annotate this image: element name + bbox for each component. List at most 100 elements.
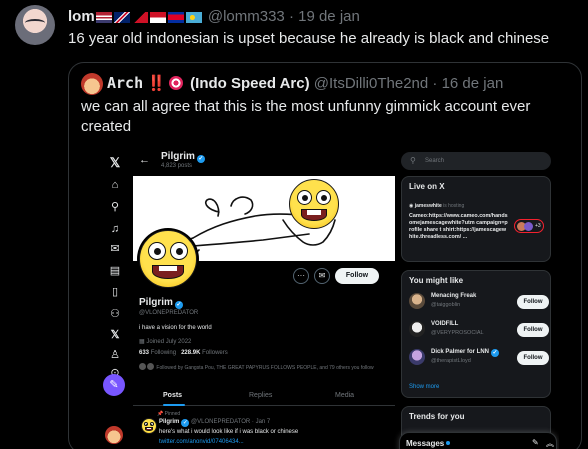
- quoted-date: 16 de jan: [441, 75, 504, 92]
- back-arrow-icon: ←: [139, 154, 150, 166]
- profile-title-text: Pilgrim: [161, 151, 195, 162]
- search-bar: ⚲ Search: [401, 152, 551, 170]
- unread-dot: [446, 441, 451, 445]
- target-icon: [168, 76, 183, 90]
- pinned-tweet-link: twitter.com/anonvid/07406434...: [159, 439, 244, 445]
- profile-icon: ♙: [110, 349, 120, 361]
- profile-stats: 633 Following 228.9K Followers: [139, 350, 228, 356]
- quoted-tweet-header: Arch ‼️ (Indo Speed Arc) @ItsDilli0The2n…: [107, 74, 503, 92]
- quoted-tweet-card[interactable]: Arch ‼️ (Indo Speed Arc) @ItsDilli0The2n…: [68, 62, 582, 449]
- premium-icon: 𝕏: [110, 329, 120, 341]
- uk-flag-icon: [113, 12, 130, 24]
- post-count: 4,823 posts: [161, 163, 193, 169]
- live-on-x-panel: Live on X ◉ jameswhite is hosting Cameo:…: [401, 176, 551, 262]
- suggestion-handle: @taiggoblin: [431, 302, 461, 308]
- suggestion-item: Dick Palmer for LNN ✓ @therapistLloyd Fol…: [409, 347, 549, 369]
- followers-label: Followers: [202, 350, 228, 356]
- outer-date[interactable]: 19 de jan: [298, 8, 360, 25]
- emoji-face-small: [141, 418, 157, 434]
- suggestion-name: Dick Palmer for LNN ✓: [431, 349, 500, 357]
- tab-replies: Replies: [249, 392, 273, 399]
- messages-label: Messages: [406, 439, 451, 448]
- pinned-tweet-header: Pilgrim ✓ @VLONEPREDATOR · Jan 7: [159, 419, 270, 427]
- suggestion-handle: @VERYPROSOCIAL: [431, 330, 484, 336]
- profile-tabs: Posts Replies Media: [133, 386, 395, 406]
- live-user-name: jameswhite: [414, 203, 442, 209]
- followed-by-text: Followed by Gangsta Pou, THE GREAT PAPYR…: [156, 365, 374, 371]
- suggestion-follow-button: Follow: [517, 295, 549, 309]
- outer-avatar[interactable]: [15, 5, 55, 45]
- quoted-name-suffix: (Indo Speed Arc): [190, 75, 310, 92]
- outer-tweet-text: 16 year old indonesian is upset because …: [68, 30, 550, 47]
- png-flag-icon: [131, 12, 148, 24]
- mini-avatar: [139, 363, 146, 370]
- palau-flag-icon: [185, 12, 202, 24]
- suggestion-handle: @therapistLloyd: [431, 358, 471, 364]
- mini-avatar: [147, 363, 154, 370]
- show-more-link: Show more: [409, 384, 440, 390]
- home-icon: ⌂: [111, 179, 119, 191]
- trends-title: Trends for you: [409, 412, 465, 421]
- verified-icon: ✓: [181, 419, 190, 427]
- following-label: Following: [150, 350, 177, 356]
- bookmarks-icon: ▯: [111, 286, 119, 298]
- quoted-avatar: [81, 73, 103, 95]
- active-tab-indicator: [163, 404, 185, 406]
- suggestion-item: Menacing Freak @taiggoblin Follow: [409, 291, 549, 313]
- profile-joined: ▦ Joined July 2022: [139, 339, 192, 345]
- emoji-face-avatar: [139, 230, 197, 288]
- profile-title: Pilgrim ✓: [161, 151, 205, 163]
- profile-handle: @VLONEPREDATOR: [139, 310, 199, 316]
- followed-by: Followed by Gangsta Pou, THE GREAT PAPYR…: [139, 363, 389, 372]
- cambodia-flag-icon: [167, 12, 184, 24]
- pinned-tweet-handle: @VLONEPREDATOR · Jan 7: [191, 419, 271, 425]
- suggestion-name: VOIDFILL: [431, 321, 459, 327]
- quoted-display-name: Arch ‼️ (Indo Speed Arc): [107, 74, 310, 92]
- x-logo-icon: 𝕏: [109, 155, 121, 170]
- outer-handle[interactable]: @lomm333: [208, 8, 285, 25]
- profile-name-text: Pilgrim: [139, 297, 173, 308]
- suggestion-avatar: [409, 293, 425, 309]
- pinned-tweet-text: here's what i would look like if i was b…: [159, 429, 299, 435]
- tab-media: Media: [335, 392, 355, 399]
- profile-top-bar: ← Pilgrim ✓ 4,823 posts: [133, 150, 395, 176]
- tab-posts: Posts: [163, 392, 183, 399]
- verified-icon: ✓: [491, 349, 500, 357]
- quoted-tweet-text: we can all agree that this is the most u…: [81, 98, 531, 135]
- live-host: ◉ jameswhite is hosting: [409, 203, 465, 209]
- follow-button: Follow: [335, 268, 379, 284]
- live-listeners: +3: [514, 219, 544, 233]
- messages-drawer: Messages ✎ ︽: [399, 432, 557, 449]
- search-placeholder: Search: [425, 158, 445, 164]
- listener-avatar: [524, 222, 533, 231]
- suggestion-name: Menacing Freak: [431, 293, 477, 299]
- verified-icon: ✓: [174, 301, 183, 309]
- pinned-label: 📌 Pinned: [157, 411, 181, 417]
- messages-label-text: Messages: [406, 439, 445, 448]
- right-sidebar: ⚲ Search Live on X ◉ jameswhite is hostin…: [399, 150, 557, 449]
- pinned-text: Pinned: [164, 411, 181, 417]
- suggestion-avatar: [409, 321, 425, 337]
- feather-icon: ✎: [103, 374, 125, 396]
- pinned-tweet-name: Pilgrim: [159, 419, 180, 425]
- followers-count: 228.9K: [181, 350, 201, 356]
- profile-avatar: [137, 228, 199, 290]
- message-button: ✉: [314, 268, 330, 284]
- profile-name: Pilgrim ✓: [139, 297, 183, 309]
- live-status: is hosting: [443, 203, 465, 209]
- quoted-separator: ·: [432, 75, 438, 92]
- live-title: Live on X: [409, 182, 445, 191]
- following-count: 633: [139, 350, 150, 356]
- profile-screenshot-image[interactable]: 𝕏 ⌂ ⚲ ♫ ✉ ▤ ▯ ⚇ 𝕏 ♙ ⊙ ✎ ← Pilgrim ✓ 4,823…: [99, 150, 559, 449]
- outer-display-name[interactable]: lom: [68, 8, 95, 25]
- flag-emojis: [95, 9, 204, 26]
- you-might-like-panel: You might like Menacing Freak @taiggobli…: [401, 270, 551, 398]
- suggestion-name-text: Dick Palmer for LNN: [431, 349, 490, 355]
- communities-icon: ⚇: [110, 308, 120, 320]
- profile-column: ← Pilgrim ✓ 4,823 posts ··· ✉ Follow Pil…: [133, 150, 395, 449]
- more-options-button: ···: [293, 268, 309, 284]
- pinned-tweet-avatar: [141, 418, 157, 434]
- nav-account-avatar: [105, 426, 123, 444]
- live-space-title: Cameo:https://www.cameo.com/handsomejame…: [409, 213, 508, 240]
- outer-separator: ·: [288, 8, 294, 25]
